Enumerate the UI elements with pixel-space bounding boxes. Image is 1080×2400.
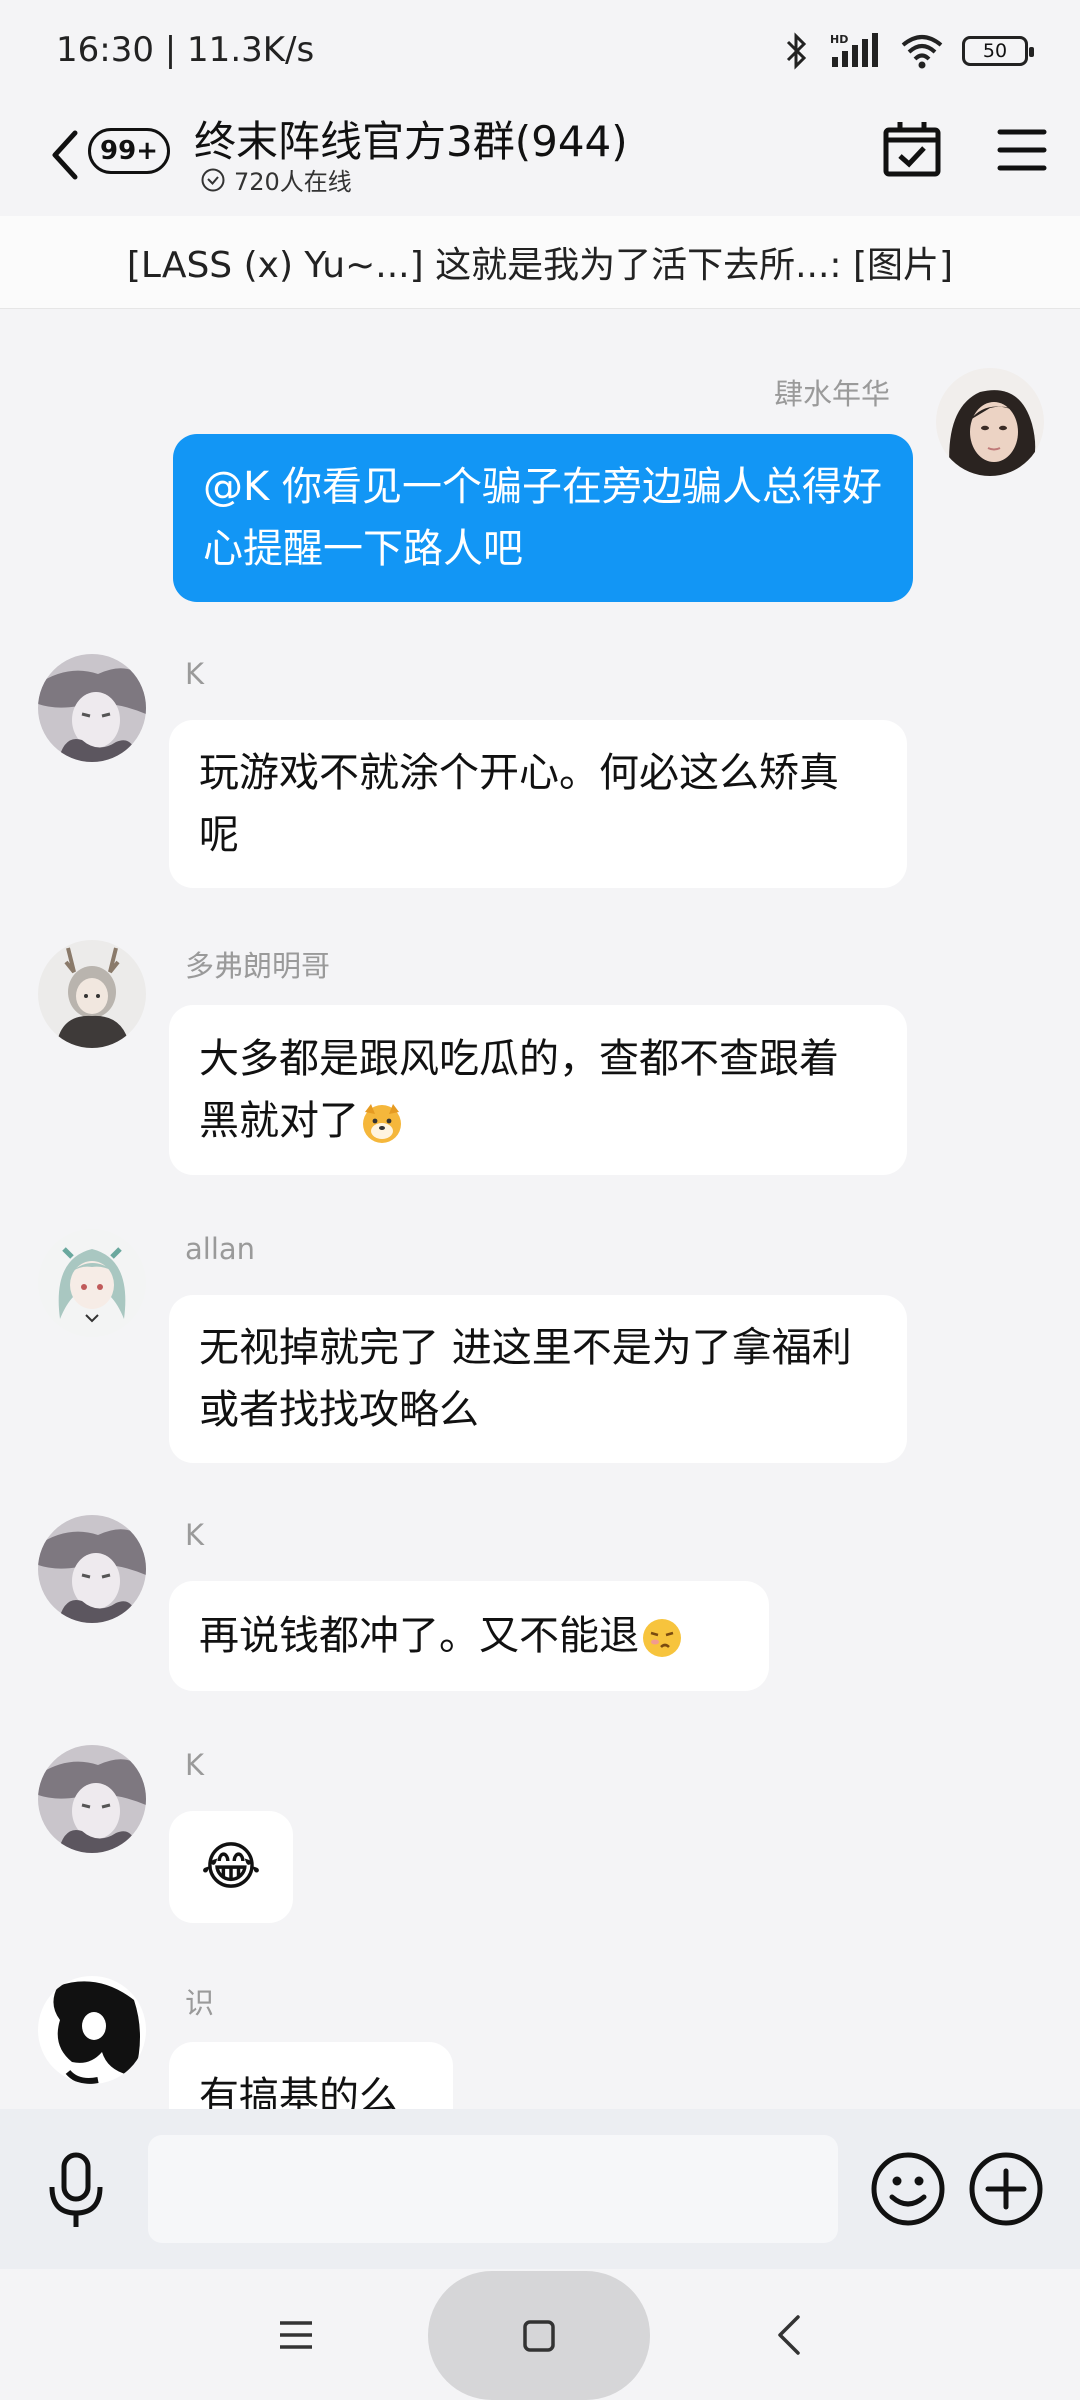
- wifi-icon: [901, 35, 943, 69]
- message-bubble[interactable]: 有搞基的么: [169, 2042, 453, 2109]
- dog-face-emoji: [363, 1104, 401, 1143]
- chevron-left-icon: [52, 130, 78, 180]
- avatar[interactable]: [936, 368, 1044, 476]
- status-icons: HD 50: [784, 26, 1034, 76]
- sender-name: 多弗朗明哥: [185, 949, 331, 983]
- sender-name: allan: [185, 1232, 256, 1266]
- recent-apps-icon[interactable]: [276, 2315, 316, 2355]
- sender-name: 识: [185, 1986, 215, 2020]
- sender-name: K: [185, 1518, 205, 1552]
- message-content: 大多都是跟风吃瓜的，查都不查跟着黑就对了: [199, 1028, 877, 1152]
- avatar[interactable]: [38, 1745, 146, 1853]
- message-list[interactable]: 肆水年华 @K 你看见一个骗子在旁边骗人总得好心提醒一下路人吧 K 玩游戏不就涂…: [0, 309, 1080, 2109]
- status-bar: 16:30 | 11.3K/s HD 50: [0, 0, 1080, 100]
- hamburger-menu-icon[interactable]: [996, 120, 1048, 180]
- message-bubble[interactable]: 无视掉就完了 进这里不是为了拿福利或者找找攻略么: [169, 1295, 907, 1463]
- message-text: @K 你看见一个骗子在旁边骗人总得好心提醒一下路人吧: [203, 464, 882, 572]
- back-button[interactable]: [36, 120, 92, 190]
- sender-name: K: [185, 1748, 205, 1782]
- smiley-icon[interactable]: [868, 2149, 948, 2229]
- message-text: 有搞基的么: [199, 2074, 399, 2109]
- message-content: 再说钱都冲了。又不能退: [199, 1605, 685, 1667]
- check-circle-icon: [201, 168, 225, 191]
- message-bubble[interactable]: 再说钱都冲了。又不能退: [169, 1581, 769, 1691]
- chat-header: 99+ 终末阵线官方3群(944) 720人在线: [0, 100, 1080, 216]
- bluetooth-icon: [786, 32, 807, 70]
- message-input[interactable]: [148, 2135, 838, 2243]
- avatar[interactable]: [38, 1515, 146, 1623]
- plus-circle-icon[interactable]: [966, 2149, 1046, 2229]
- message-text: 再说钱都冲了。又不能退: [199, 1613, 639, 1659]
- message-text: 😂: [200, 1837, 262, 1897]
- sender-name: 肆水年华: [773, 377, 890, 411]
- avatar[interactable]: [38, 654, 146, 762]
- home-button[interactable]: [428, 2271, 650, 2400]
- message-text: 玩游戏不就涂个开心。何必这么矫真呢: [199, 750, 839, 858]
- online-count[interactable]: 720人在线: [200, 162, 352, 197]
- svg-text:HD: HD: [830, 33, 848, 46]
- message-text: 大多都是跟风吃瓜的，查都不查跟着黑就对了: [199, 1036, 839, 1144]
- pouting-face-emoji: [643, 1619, 681, 1657]
- sender-name: K: [185, 657, 205, 691]
- message-bubble[interactable]: 😂: [169, 1811, 293, 1923]
- avatar[interactable]: [38, 1976, 146, 2084]
- nav-back-icon[interactable]: [770, 2313, 810, 2357]
- message-bubble[interactable]: 玩游戏不就涂个开心。何必这么矫真呢: [169, 720, 907, 888]
- microphone-icon[interactable]: [40, 2151, 112, 2231]
- system-nav-bar: [0, 2269, 1080, 2400]
- avatar[interactable]: [38, 940, 146, 1048]
- home-square-icon: [523, 2319, 555, 2352]
- message-bubble[interactable]: @K 你看见一个骗子在旁边骗人总得好心提醒一下路人吧: [173, 434, 913, 602]
- message-bubble[interactable]: 大多都是跟风吃瓜的，查都不查跟着黑就对了: [169, 1005, 907, 1175]
- group-title[interactable]: 终末阵线官方3群(944): [194, 108, 628, 169]
- signal-icon: HD: [830, 33, 878, 67]
- online-count-label: 720人在线: [234, 168, 352, 196]
- avatar[interactable]: [38, 1229, 146, 1337]
- message-text: 无视掉就完了 进这里不是为了拿福利或者找找攻略么: [199, 1325, 852, 1433]
- pinned-message-banner[interactable]: [LASS (x) Yu~...] 这就是我为了活下去所...: [图片]: [0, 216, 1080, 309]
- calendar-check-icon[interactable]: [880, 118, 944, 182]
- status-time: 16:30 | 11.3K/s: [56, 30, 315, 70]
- unread-count-badge[interactable]: 99+: [88, 128, 170, 174]
- message-input-bar: [0, 2109, 1080, 2269]
- battery-indicator: 50: [962, 36, 1034, 66]
